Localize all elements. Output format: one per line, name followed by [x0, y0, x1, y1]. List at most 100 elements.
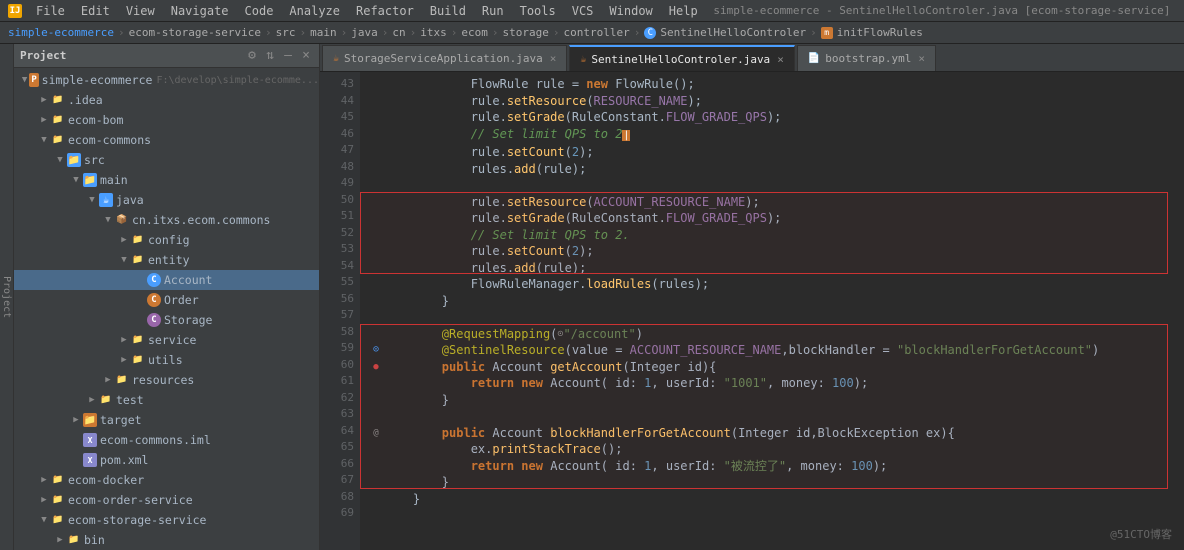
menu-run[interactable]: Run [476, 2, 510, 20]
menu-analyze[interactable]: Analyze [283, 2, 346, 20]
side-panel-label[interactable]: Project [0, 44, 14, 550]
tree-item-bin[interactable]: ▶ 📁 bin [14, 530, 319, 550]
tree-label: .idea [68, 93, 103, 107]
breadcrumb-simple-ecommerce[interactable]: simple-ecommerce [8, 26, 114, 39]
tree-item-target[interactable]: ▶ 📁 target [14, 410, 319, 430]
tree-toggle[interactable]: ▶ [38, 114, 50, 126]
tree-toggle[interactable]: ▼ [70, 174, 82, 186]
tree-item-ecom-bom[interactable]: ▶ 📁 ecom-bom [14, 110, 319, 130]
tree-item-ecom-storage[interactable]: ▼ 📁 ecom-storage-service [14, 510, 319, 530]
folder-icon: 📁 [51, 93, 65, 107]
tab-close-btn[interactable]: × [918, 52, 925, 65]
tree-label-account: Account [164, 273, 212, 287]
tree-toggle[interactable]: ▶ [38, 474, 50, 486]
tree-toggle[interactable]: ▼ [54, 154, 66, 166]
panel-close-btn[interactable]: × [299, 49, 313, 63]
code-lines[interactable]: FlowRule rule = new FlowRule(); rule.set… [360, 72, 1184, 550]
tree-toggle[interactable]: ▼ [21, 74, 29, 86]
tree-toggle[interactable]: ▶ [118, 354, 130, 366]
gutter: ● [368, 359, 384, 376]
code-line: rule.setCount(2); [368, 243, 1184, 260]
tab-close-btn[interactable]: × [777, 53, 784, 66]
tree-label: target [100, 413, 142, 427]
tab-bootstrap[interactable]: 📄 bootstrap.yml × [797, 45, 936, 71]
tree-item-ecom-docker[interactable]: ▶ 📁 ecom-docker [14, 470, 319, 490]
tree-toggle[interactable]: ▼ [86, 194, 98, 206]
menu-tools[interactable]: Tools [514, 2, 562, 20]
menu-navigate[interactable]: Navigate [165, 2, 235, 20]
tree-item-main1[interactable]: ▼ 📁 main [14, 170, 319, 190]
code-line: } [368, 474, 1184, 491]
tree-toggle[interactable]: ▼ [118, 254, 130, 266]
tree-item-pom1[interactable]: X pom.xml [14, 450, 319, 470]
tree-label: java [116, 193, 144, 207]
menu-view[interactable]: View [120, 2, 161, 20]
breadcrumb-storage[interactable]: storage [503, 26, 549, 39]
tree-item-iml[interactable]: X ecom-commons.iml [14, 430, 319, 450]
tab-close-btn[interactable]: × [550, 52, 557, 65]
tree-toggle[interactable]: ▼ [102, 214, 114, 226]
tree-item-config[interactable]: ▶ 📁 config [14, 230, 319, 250]
tree-label: ecom-commons [68, 133, 151, 147]
breadcrumb-ecom-storage[interactable]: ecom-storage-service [129, 26, 261, 39]
breadcrumb-class[interactable]: SentinelHelloControler [660, 26, 806, 39]
tree-item-test[interactable]: ▶ 📁 test [14, 390, 319, 410]
breadcrumb-ecom[interactable]: ecom [461, 26, 488, 39]
tree-item-account[interactable]: C Account [14, 270, 319, 290]
tree-item-src1[interactable]: ▼ 📁 src [14, 150, 319, 170]
tree-item-service[interactable]: ▶ 📁 service [14, 330, 319, 350]
tree-item-ecom-commons[interactable]: ▼ 📁 ecom-commons [14, 130, 319, 150]
menu-build[interactable]: Build [424, 2, 472, 20]
code-line: ● public Account getAccount(Integer id){ [368, 359, 1184, 376]
code-line: rules.add(rule); [368, 260, 1184, 277]
breadcrumb-main[interactable]: main [310, 26, 337, 39]
tree-toggle[interactable]: ▼ [38, 134, 50, 146]
tree-item-resources[interactable]: ▶ 📁 resources [14, 370, 319, 390]
tree-toggle[interactable]: ▶ [38, 494, 50, 506]
tree-item-utils[interactable]: ▶ 📁 utils [14, 350, 319, 370]
tree-toggle[interactable]: ▶ [86, 394, 98, 406]
menu-code[interactable]: Code [239, 2, 280, 20]
panel-settings-btn[interactable]: ⚙ [245, 49, 259, 63]
tree-toggle[interactable]: ▶ [70, 414, 82, 426]
breadcrumb-java[interactable]: java [351, 26, 378, 39]
code-line: // Set limit QPS to 2| [368, 126, 1184, 145]
menu-edit[interactable]: Edit [75, 2, 116, 20]
tree-toggle[interactable]: ▶ [54, 534, 66, 546]
tree-item-ecom-order[interactable]: ▶ 📁 ecom-order-service [14, 490, 319, 510]
breadcrumb-cn[interactable]: cn [392, 26, 405, 39]
panel-collapse-btn[interactable]: — [281, 49, 295, 63]
tree-item-order[interactable]: C Order [14, 290, 319, 310]
tree-toggle[interactable]: ▶ [102, 374, 114, 386]
tree-item-java1[interactable]: ▼ ☕ java [14, 190, 319, 210]
panel-expand-btn[interactable]: ⇅ [263, 49, 277, 63]
tab-storage-app[interactable]: ☕ StorageServiceApplication.java × [322, 45, 567, 71]
tree-item-idea[interactable]: ▶ 📁 .idea [14, 90, 319, 110]
tree-item-package[interactable]: ▼ 📦 cn.itxs.ecom.commons [14, 210, 319, 230]
menu-help[interactable]: Help [663, 2, 704, 20]
menu-file[interactable]: File [30, 2, 71, 20]
breadcrumb-src[interactable]: src [276, 26, 296, 39]
tab-sentinel[interactable]: ☕ SentinelHelloControler.java × [569, 45, 794, 71]
code-line: rule.setResource(RESOURCE_NAME); [368, 93, 1184, 110]
tree-toggle[interactable]: ▶ [118, 334, 130, 346]
line-numbers: 43 44 45 46 47 48 49 50 51 52 53 54 55 5… [320, 72, 360, 550]
tree-toggle[interactable]: ▶ [118, 234, 130, 246]
menu-vcs[interactable]: VCS [566, 2, 600, 20]
breadcrumb-itxs[interactable]: itxs [420, 26, 447, 39]
menu-refactor[interactable]: Refactor [350, 2, 420, 20]
tree-toggle[interactable]: ▼ [38, 514, 50, 526]
java-icon: ☕ [99, 193, 113, 207]
code-line [368, 309, 1184, 326]
menu-window[interactable]: Window [603, 2, 658, 20]
tree-toggle[interactable]: ▶ [38, 94, 50, 106]
tree-item-simple-ecommerce[interactable]: ▼ P simple-ecommerce F:\develop\simple-e… [14, 70, 319, 90]
breadcrumb-method[interactable]: initFlowRules [837, 26, 923, 39]
folder-icon: 📁 [51, 113, 65, 127]
breadcrumb-controller[interactable]: controller [564, 26, 630, 39]
class-icon: C [644, 27, 656, 39]
tree-item-storage[interactable]: C Storage [14, 310, 319, 330]
tree-item-entity[interactable]: ▼ 📁 entity [14, 250, 319, 270]
tree-container[interactable]: ▼ P simple-ecommerce F:\develop\simple-e… [14, 68, 319, 550]
file-tabs: ☕ StorageServiceApplication.java × ☕ Sen… [320, 44, 1184, 72]
